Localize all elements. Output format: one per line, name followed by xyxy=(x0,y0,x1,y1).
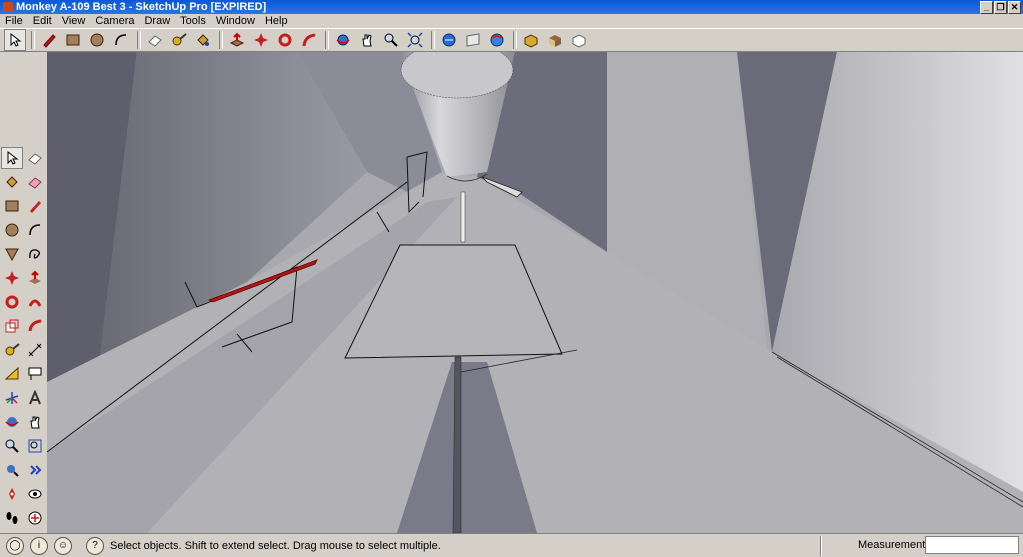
move-icon[interactable] xyxy=(250,29,272,51)
credits-icon[interactable]: i xyxy=(30,536,48,555)
drawing-viewport[interactable] xyxy=(47,52,1023,533)
eraser-pink-icon[interactable] xyxy=(24,171,46,193)
protractor-icon[interactable] xyxy=(1,363,23,385)
polygon-icon[interactable] xyxy=(1,243,23,265)
menu-tools[interactable]: Tools xyxy=(175,14,211,28)
menu-view[interactable]: View xyxy=(57,14,91,28)
google-earth-icon[interactable] xyxy=(486,29,508,51)
dimension-icon[interactable] xyxy=(24,339,46,361)
pan-icon[interactable] xyxy=(24,411,46,433)
circle-icon[interactable] xyxy=(1,219,23,241)
minimize-button[interactable]: _ xyxy=(980,1,993,14)
scale-icon[interactable] xyxy=(1,315,23,337)
paint-bucket-icon[interactable] xyxy=(192,29,214,51)
menu-window[interactable]: Window xyxy=(211,14,260,28)
line-icon[interactable] xyxy=(24,195,46,217)
pan-icon[interactable] xyxy=(356,29,378,51)
menu-bar: File Edit View Camera Draw Tools Window … xyxy=(0,14,1023,28)
left-tool-palette xyxy=(0,52,47,533)
eraser-icon[interactable] xyxy=(144,29,166,51)
title-bar: Monkey A-109 Best 3 - SketchUp Pro [EXPI… xyxy=(0,0,1023,14)
3d-text-icon[interactable] xyxy=(24,387,46,409)
zoom-extents-icon[interactable] xyxy=(1,459,23,481)
zoom-extents-icon[interactable] xyxy=(404,29,426,51)
previous-view-icon[interactable] xyxy=(24,459,46,481)
zoom-window-icon[interactable] xyxy=(24,435,46,457)
axes-icon[interactable] xyxy=(1,387,23,409)
window-title: Monkey A-109 Best 3 - SketchUp Pro [EXPI… xyxy=(16,1,267,13)
select-icon[interactable] xyxy=(1,147,23,169)
status-bar: ◯ i ☺ ? Select objects. Shift to extend … xyxy=(0,533,1023,557)
follow-me-icon[interactable] xyxy=(298,29,320,51)
push-pull-icon[interactable] xyxy=(24,267,46,289)
move-icon[interactable] xyxy=(1,267,23,289)
section-plane-icon[interactable] xyxy=(24,507,46,529)
zoom-icon[interactable] xyxy=(380,29,402,51)
help-icon[interactable]: ? xyxy=(86,536,104,555)
paint-bucket-icon[interactable] xyxy=(1,171,23,193)
arc-icon[interactable] xyxy=(24,219,46,241)
follow-me-icon[interactable] xyxy=(24,291,46,313)
components-icon[interactable] xyxy=(520,29,542,51)
tape-measure-icon[interactable] xyxy=(1,339,23,361)
get-models-icon[interactable] xyxy=(438,29,460,51)
restore-button[interactable]: ❐ xyxy=(994,1,1007,14)
rotate-icon[interactable] xyxy=(274,29,296,51)
geo-location-icon[interactable]: ◯ xyxy=(6,536,24,555)
rectangle-icon[interactable] xyxy=(1,195,23,217)
circle-icon[interactable] xyxy=(86,29,108,51)
eraser-icon[interactable] xyxy=(24,147,46,169)
text-icon[interactable] xyxy=(24,363,46,385)
freehand-icon[interactable] xyxy=(24,243,46,265)
user-icon[interactable]: ☺ xyxy=(54,536,72,555)
position-camera-icon[interactable] xyxy=(1,483,23,505)
main-toolbar xyxy=(0,28,1023,52)
close-button[interactable]: ✕ xyxy=(1008,1,1021,14)
menu-draw[interactable]: Draw xyxy=(139,14,175,28)
sketchup-app-icon[interactable] xyxy=(3,2,13,12)
model-scene xyxy=(47,52,1023,533)
orbit-icon[interactable] xyxy=(332,29,354,51)
measurements-input[interactable] xyxy=(925,536,1019,554)
materials-icon[interactable] xyxy=(544,29,566,51)
status-divider xyxy=(820,536,822,556)
push-pull-icon[interactable] xyxy=(226,29,248,51)
styles-icon[interactable] xyxy=(568,29,590,51)
orbit-icon[interactable] xyxy=(1,411,23,433)
rotate-icon[interactable] xyxy=(1,291,23,313)
arc-icon[interactable] xyxy=(110,29,132,51)
tape-measure-icon[interactable] xyxy=(168,29,190,51)
rectangle-icon[interactable] xyxy=(62,29,84,51)
menu-camera[interactable]: Camera xyxy=(90,14,139,28)
share-model-icon[interactable] xyxy=(462,29,484,51)
menu-edit[interactable]: Edit xyxy=(28,14,57,28)
zoom-icon[interactable] xyxy=(1,435,23,457)
offset-icon[interactable] xyxy=(24,315,46,337)
menu-help[interactable]: Help xyxy=(260,14,293,28)
status-hint-text: Select objects. Shift to extend select. … xyxy=(110,539,441,552)
look-around-icon[interactable] xyxy=(24,483,46,505)
select-arrow-icon[interactable] xyxy=(4,29,26,51)
menu-file[interactable]: File xyxy=(0,14,28,28)
measurements-label: Measurements xyxy=(858,539,931,551)
walk-icon[interactable] xyxy=(1,507,23,529)
pencil-icon[interactable] xyxy=(38,29,60,51)
